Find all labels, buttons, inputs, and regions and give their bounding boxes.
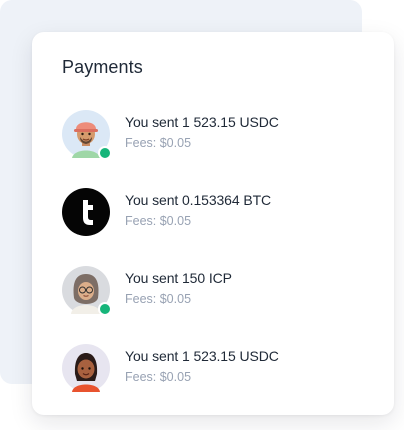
payment-row[interactable]: You sent 0.153364 BTC Fees: $0.05 bbox=[62, 188, 362, 238]
payment-row[interactable]: You sent 150 ICP Fees: $0.05 bbox=[62, 266, 362, 316]
payments-card: Payments You sent 1 523.15 USDC Fees: $0… bbox=[32, 32, 394, 415]
transaction-fee: Fees: $0.05 bbox=[125, 136, 192, 150]
transaction-title: You sent 150 ICP bbox=[125, 270, 232, 286]
woman-avatar-icon bbox=[62, 344, 110, 392]
payment-row[interactable]: You sent 1 523.15 USDC Fees: $0.05 bbox=[62, 344, 362, 394]
payment-row[interactable]: You sent 1 523.15 USDC Fees: $0.05 bbox=[62, 110, 362, 160]
man-cap-avatar-icon bbox=[62, 110, 112, 160]
online-status-dot bbox=[98, 146, 112, 160]
transaction-title: You sent 1 523.15 USDC bbox=[125, 348, 279, 364]
transaction-fee: Fees: $0.05 bbox=[125, 370, 192, 384]
t-logo-icon bbox=[62, 188, 110, 236]
woman-hijab-avatar-icon bbox=[62, 266, 112, 316]
transaction-title: You sent 1 523.15 USDC bbox=[125, 114, 279, 130]
online-status-dot bbox=[98, 302, 112, 316]
card-title: Payments bbox=[62, 57, 143, 77]
transaction-fee: Fees: $0.05 bbox=[125, 292, 192, 306]
transaction-fee: Fees: $0.05 bbox=[125, 214, 192, 228]
transaction-title: You sent 0.153364 BTC bbox=[125, 192, 272, 208]
